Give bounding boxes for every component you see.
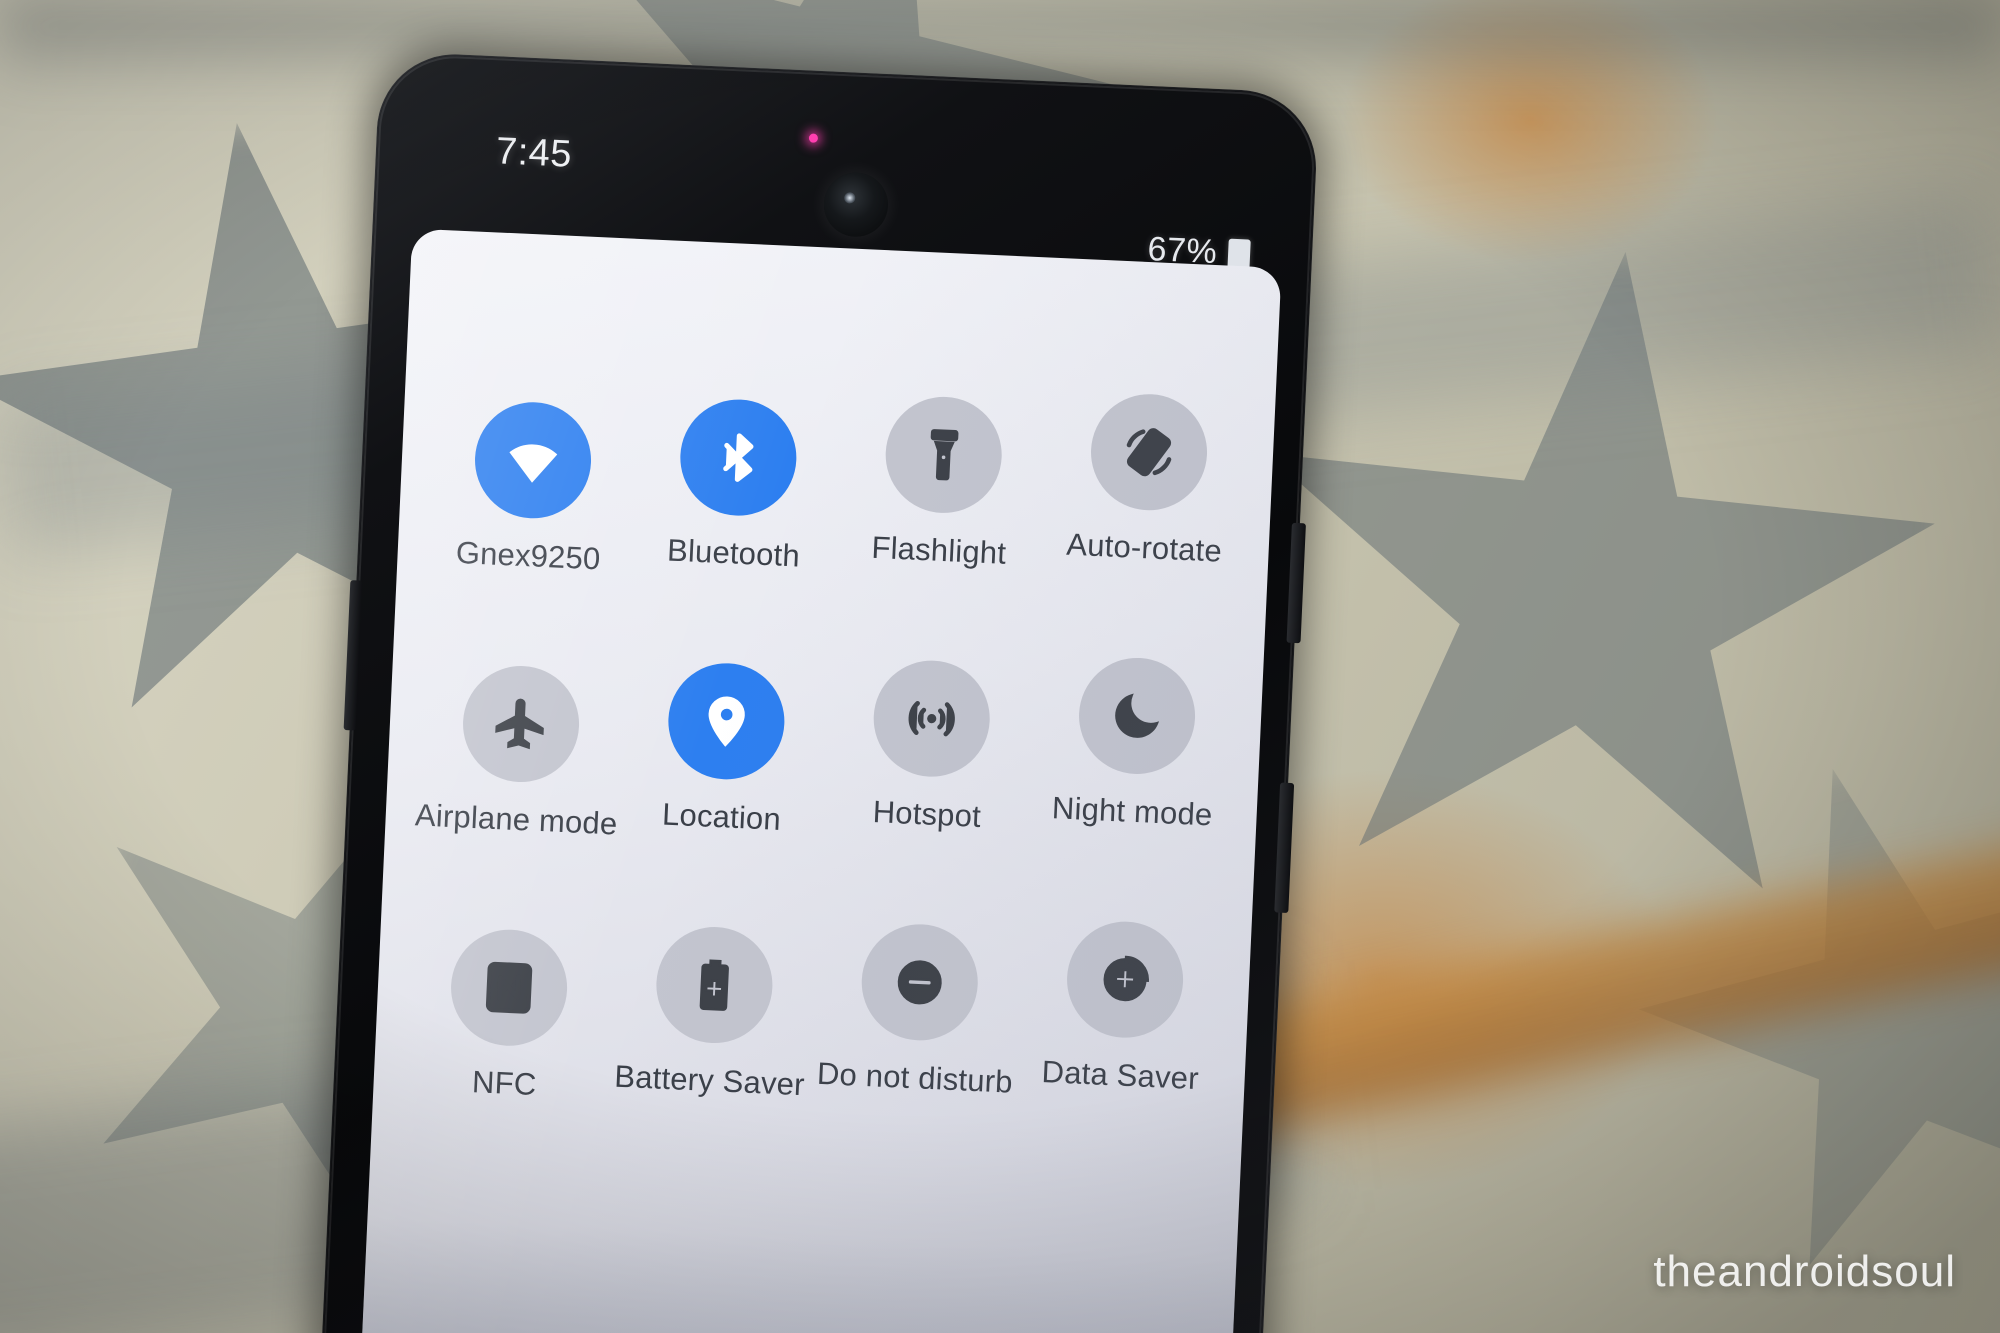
qs-tile-label: Hotspot: [872, 794, 982, 834]
data-saver-icon[interactable]: [1063, 919, 1186, 1041]
qs-tile-location[interactable]: Location: [618, 659, 831, 852]
location-pin-icon[interactable]: [665, 660, 787, 782]
airplane-icon[interactable]: [459, 663, 582, 785]
qs-tile-gnex9250[interactable]: Gnex9250: [425, 398, 638, 579]
battery-plus-icon[interactable]: [653, 924, 775, 1046]
qs-tile-label: Flashlight: [870, 529, 1007, 571]
qs-tile-label: Gnex9250: [455, 534, 602, 577]
qs-tile-bluetooth[interactable]: Bluetooth: [630, 395, 843, 588]
flashlight-icon[interactable]: [882, 394, 1004, 516]
qs-tile-label: Auto-rotate: [1065, 526, 1223, 569]
qs-tile-do-not-disturb[interactable]: Do not disturb: [811, 920, 1025, 1125]
quick-settings-grid: Gnex9250 Bluetooth Flashlight Auto-rotate Ai…: [401, 372, 1253, 1134]
qs-tile-label: Battery Saver: [613, 1058, 806, 1103]
nfc-icon[interactable]: [447, 927, 570, 1049]
qs-tile-label: Night mode: [1051, 790, 1214, 833]
screen-bottom-fade: [360, 1217, 1237, 1333]
moon-icon[interactable]: [1075, 655, 1198, 777]
do-not-disturb-icon[interactable]: [858, 921, 980, 1043]
qs-tile-label: Location: [661, 796, 782, 837]
qs-tile-battery-saver[interactable]: Battery Saver: [606, 922, 819, 1115]
qs-tile-label: Airplane mode: [414, 797, 619, 842]
qs-tile-hotspot[interactable]: Hotspot: [823, 656, 1037, 861]
qs-tile-label: Bluetooth: [666, 532, 801, 574]
phone-screen: Gnex9250 Bluetooth Flashlight Auto-rotate Ai…: [360, 228, 1282, 1333]
wifi-icon[interactable]: [471, 399, 594, 521]
qs-tile-label: NFC: [471, 1064, 538, 1103]
qs-tile-night-mode[interactable]: Night mode: [1027, 653, 1241, 870]
bluetooth-icon[interactable]: [677, 397, 799, 519]
qs-tile-nfc[interactable]: NFC: [401, 925, 614, 1106]
qs-tile-flashlight[interactable]: Flashlight: [835, 392, 1049, 597]
hotspot-icon[interactable]: [870, 658, 992, 780]
auto-rotate-icon[interactable]: [1087, 391, 1210, 513]
qs-tile-auto-rotate[interactable]: Auto-rotate: [1039, 390, 1253, 607]
qs-tile-airplane-mode[interactable]: Airplane mode: [413, 661, 626, 842]
qs-tile-label: Data Saver: [1040, 1054, 1200, 1097]
qs-tile-data-saver[interactable]: Data Saver: [1015, 917, 1229, 1134]
phone-device: 7:45 67% Gnex9250 Bluetooth Flashlight Auto…: [240, 47, 1320, 1333]
qs-tile-label: Do not disturb: [816, 1055, 1014, 1100]
